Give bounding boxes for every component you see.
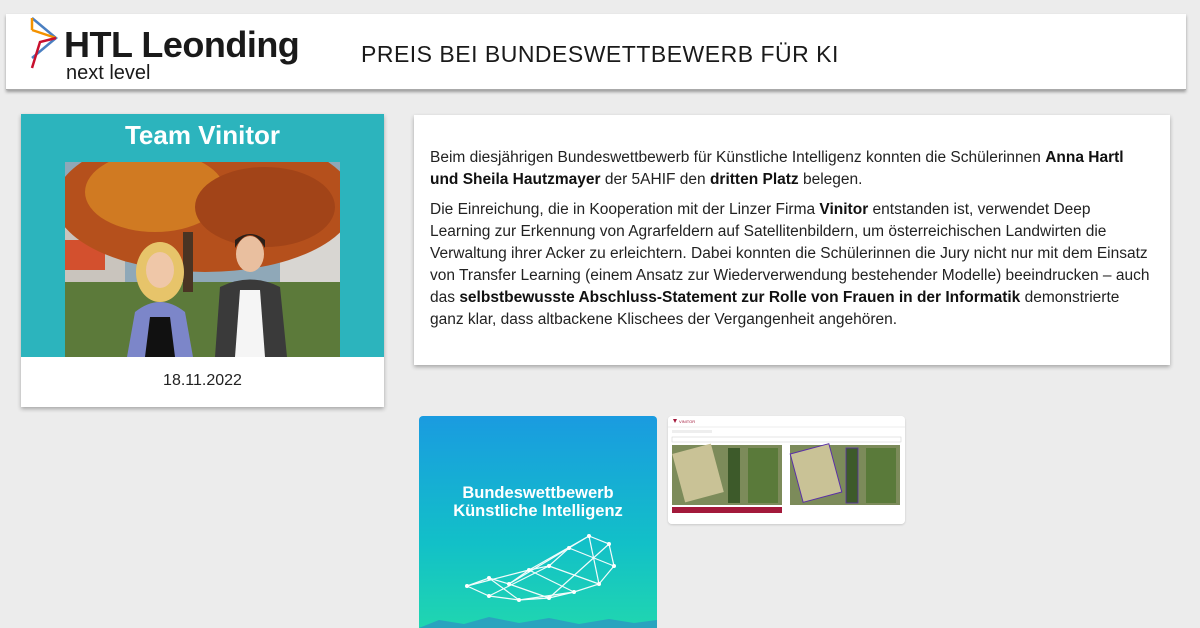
article-body: Beim diesjährigen Bundeswettbewerb für K… (414, 115, 1170, 365)
logo-title: HTL Leonding (64, 24, 300, 65)
article-emphasis: Vinitor (819, 201, 869, 218)
app-screenshot: VINITOR (668, 416, 905, 524)
article-text: Die Einreichung, die in Kooperation mit … (430, 201, 820, 218)
team-image: Team Vinitor (21, 114, 384, 357)
screenshot-brand: VINITOR (679, 419, 695, 424)
poster-title-line-1: Bundeswettbewerb (462, 484, 614, 502)
article-text: belegen. (798, 171, 863, 188)
poster-mountains (419, 617, 657, 628)
logo-subtitle: next level (66, 62, 151, 84)
htl-logo-mark-icon (30, 17, 58, 69)
post-date: 18.11.2022 (163, 372, 242, 389)
article-text: Beim diesjährigen Bundeswettbewerb für K… (430, 149, 1046, 166)
article-text: der 5AHIF den (600, 171, 710, 188)
poster-title-line-2: Künstliche Intelligenz (453, 502, 623, 520)
htl-logo[interactable]: HTL Leonding next level (28, 16, 308, 84)
article-paragraph-1: Beim diesjährigen Bundeswettbewerb für K… (430, 147, 1154, 191)
article-emphasis: dritten Platz (709, 171, 799, 188)
austria-network-map-icon (465, 534, 616, 602)
page-title: PREIS BEI BUNDESWETTBEWERB FÜR KI (361, 41, 839, 67)
article-emphasis: selbstbewusste Abschluss-Statement zur R… (459, 289, 1021, 306)
news-card: Team Vinitor 18.11.2022 (21, 114, 384, 407)
team-photo (65, 162, 340, 357)
article-paragraph-2: Die Einreichung, die in Kooperation mit … (430, 199, 1154, 331)
gallery-image-app-screenshot[interactable]: VINITOR (668, 416, 905, 524)
gallery-image-poster[interactable]: Bundeswettbewerb Künstliche Intelligenz (419, 416, 657, 628)
site-header: HTL Leonding next level PREIS BEI BUNDES… (6, 14, 1186, 90)
team-image-title: Team Vinitor (124, 120, 281, 150)
poster-title: Bundeswettbewerb Künstliche Intelligenz (419, 484, 657, 520)
